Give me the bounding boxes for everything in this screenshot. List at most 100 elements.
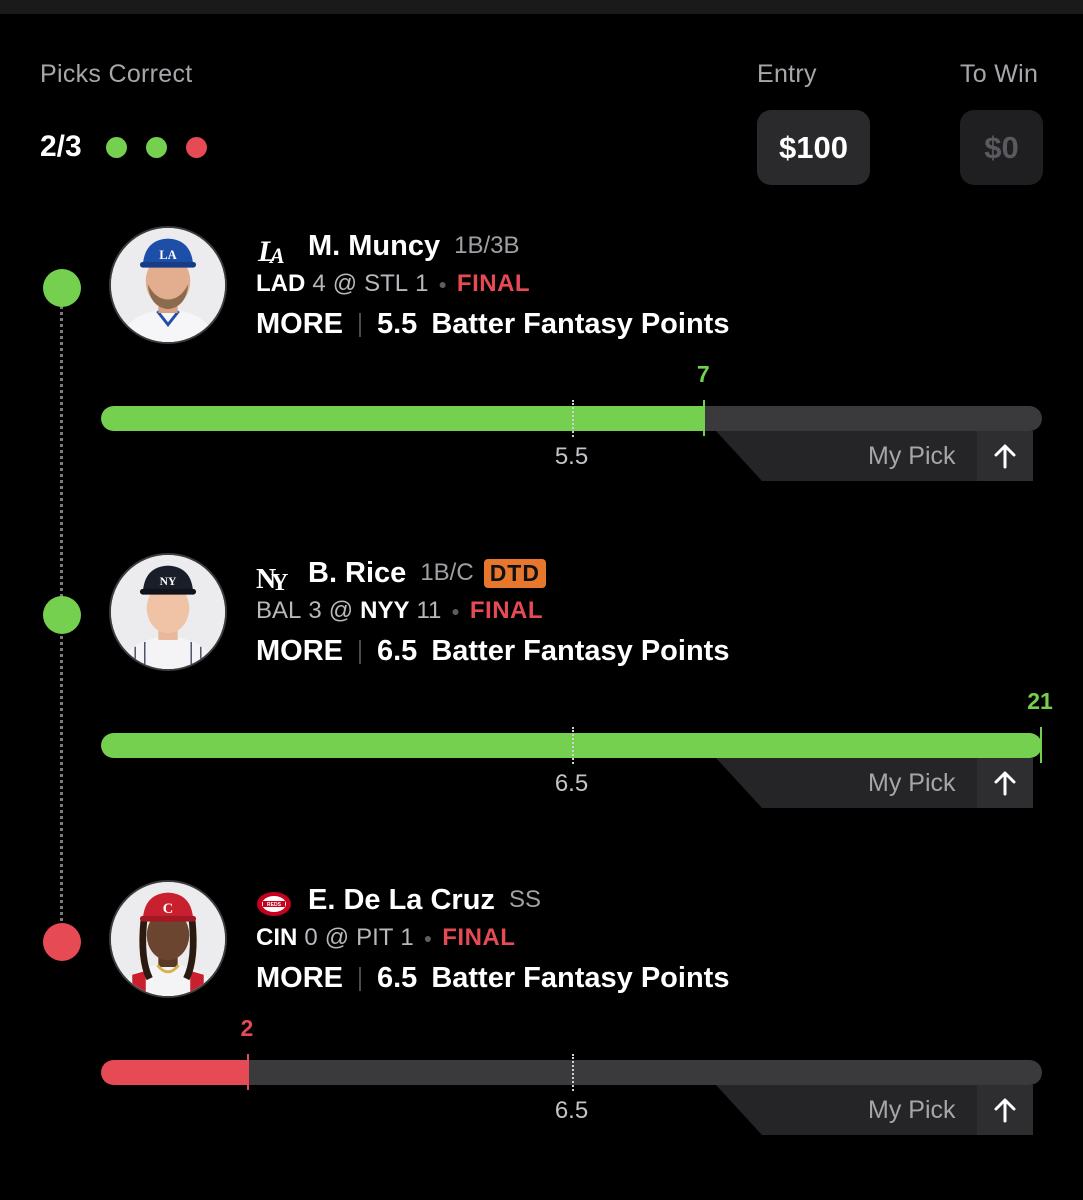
line-marker — [571, 727, 574, 764]
player-position: SS — [508, 886, 541, 913]
pick-line: MORE 6.5 Batter Fantasy Points — [256, 962, 729, 995]
home-score: 1 — [415, 270, 429, 297]
line-marker — [571, 400, 574, 437]
pick-line-value: 6.5 — [377, 962, 418, 994]
player-line: M. Muncy 1B/3B — [308, 226, 530, 266]
my-pick-label: My Pick — [868, 442, 956, 470]
arrow-up-icon — [977, 431, 1033, 481]
svg-text:NY: NY — [160, 575, 177, 588]
svg-text:A: A — [268, 243, 285, 267]
separator-dot: ● — [451, 603, 460, 619]
picks-correct-label: Picks Correct — [40, 60, 193, 88]
result-dot-2 — [145, 136, 167, 158]
progress-fill — [101, 1060, 247, 1085]
away-score: 0 — [304, 924, 318, 951]
result-value: 7 — [696, 361, 710, 387]
pick-card[interactable]: C REDS E. De La Cruz SS CIN 0 @ PIT 1 ● … — [0, 880, 1083, 1200]
game-score-line: LAD 4 @ STL 1 ● FINAL — [256, 270, 530, 298]
pick-direction: MORE — [256, 962, 343, 994]
pick-card[interactable]: NY N Y B. Rice 1B/C DTD BAL 3 @ NYY 11 ●… — [0, 553, 1083, 883]
home-team: STL — [364, 270, 409, 297]
to-win-label: To Win — [960, 60, 1039, 88]
result-tick — [703, 400, 706, 436]
home-score: 11 — [416, 597, 442, 624]
my-pick-tab[interactable]: My Pick — [716, 1085, 1033, 1135]
result-dot-3 — [185, 136, 207, 158]
separator-dot: ● — [423, 930, 433, 946]
game-status: FINAL — [456, 270, 531, 297]
score-summary: 2/3 — [40, 130, 226, 164]
game-status: FINAL — [442, 924, 516, 951]
pick-line-value: 6.5 — [377, 635, 418, 667]
svg-text:LA: LA — [159, 248, 176, 262]
my-pick-tab[interactable]: My Pick — [716, 758, 1033, 808]
at-symbol: @ — [328, 597, 354, 624]
svg-text:Y: Y — [271, 570, 288, 594]
player-line: E. De La Cruz SS — [308, 880, 551, 920]
yankees-ny-logo-icon: N Y — [256, 558, 292, 596]
game-status: FINAL — [469, 597, 544, 624]
game-score-line: CIN 0 @ PIT 1 ● FINAL — [256, 924, 515, 952]
line-marker — [571, 1054, 574, 1091]
player-photo-icon: NY — [111, 555, 225, 669]
away-team: CIN — [256, 924, 298, 951]
pick-direction: MORE — [256, 308, 343, 340]
result-value: 2 — [240, 1015, 254, 1041]
pick-stat: Batter Fantasy Points — [431, 635, 730, 667]
player-name[interactable]: M. Muncy — [308, 230, 440, 263]
top-bar — [0, 0, 1083, 14]
pick-line: MORE 5.5 Batter Fantasy Points — [256, 308, 729, 341]
pick-direction: MORE — [256, 635, 343, 667]
player-line: B. Rice 1B/C DTD — [308, 553, 546, 593]
separator-dot: ● — [438, 276, 447, 292]
away-team: BAL — [256, 597, 302, 624]
reds-logo-icon: REDS — [256, 885, 292, 921]
pick-stat: Batter Fantasy Points — [431, 962, 730, 994]
player-name[interactable]: E. De La Cruz — [308, 884, 495, 917]
player-name[interactable]: B. Rice — [308, 557, 406, 590]
svg-text:C: C — [163, 901, 173, 917]
player-photo-icon: C — [111, 882, 225, 996]
pick-line: MORE 6.5 Batter Fantasy Points — [256, 635, 729, 668]
to-win-amount-box: $0 — [960, 110, 1043, 185]
pick-card[interactable]: LA L A M. Muncy 1B/3B LAD 4 @ STL 1 ● FI… — [0, 226, 1083, 556]
result-value: 21 — [1027, 688, 1053, 714]
progress-fill — [101, 406, 704, 431]
divider — [359, 639, 361, 664]
line-marker-label: 6.5 — [554, 1097, 589, 1124]
player-avatar: C — [109, 880, 227, 998]
result-tick — [246, 1054, 249, 1090]
player-avatar: LA — [109, 226, 227, 344]
at-symbol: @ — [332, 270, 358, 297]
player-photo-icon: LA — [111, 228, 225, 342]
my-pick-label: My Pick — [868, 1096, 956, 1124]
player-position: 1B/3B — [454, 232, 520, 259]
arrow-up-icon — [977, 758, 1033, 808]
at-symbol: @ — [324, 924, 350, 951]
away-team: LAD — [256, 270, 306, 297]
injury-status-badge: DTD — [483, 558, 546, 588]
my-pick-tab[interactable]: My Pick — [716, 431, 1033, 481]
home-team: NYY — [360, 597, 410, 624]
result-dot-1 — [105, 136, 127, 158]
arrow-up-icon — [977, 1085, 1033, 1135]
divider — [359, 312, 361, 337]
player-position: 1B/C — [420, 559, 474, 586]
home-score: 1 — [400, 924, 414, 951]
svg-text:REDS: REDS — [267, 902, 282, 908]
player-avatar: NY — [109, 553, 227, 671]
divider — [359, 966, 361, 991]
away-score: 4 — [312, 270, 326, 297]
result-tick — [1040, 727, 1042, 763]
score-text: 2/3 — [40, 130, 82, 163]
entry-amount-box: $100 — [757, 110, 870, 185]
my-pick-label: My Pick — [868, 769, 956, 797]
line-marker-label: 6.5 — [554, 770, 589, 797]
pick-stat: Batter Fantasy Points — [431, 308, 730, 340]
pick-results-screen: Picks Correct Entry To Win 2/3 $100 $0 L… — [0, 0, 1083, 1200]
dodgers-la-logo-icon: L A — [256, 231, 292, 268]
game-score-line: BAL 3 @ NYY 11 ● FINAL — [256, 597, 543, 625]
entry-label: Entry — [757, 60, 817, 88]
pick-line-value: 5.5 — [377, 308, 418, 340]
away-score: 3 — [308, 597, 322, 624]
